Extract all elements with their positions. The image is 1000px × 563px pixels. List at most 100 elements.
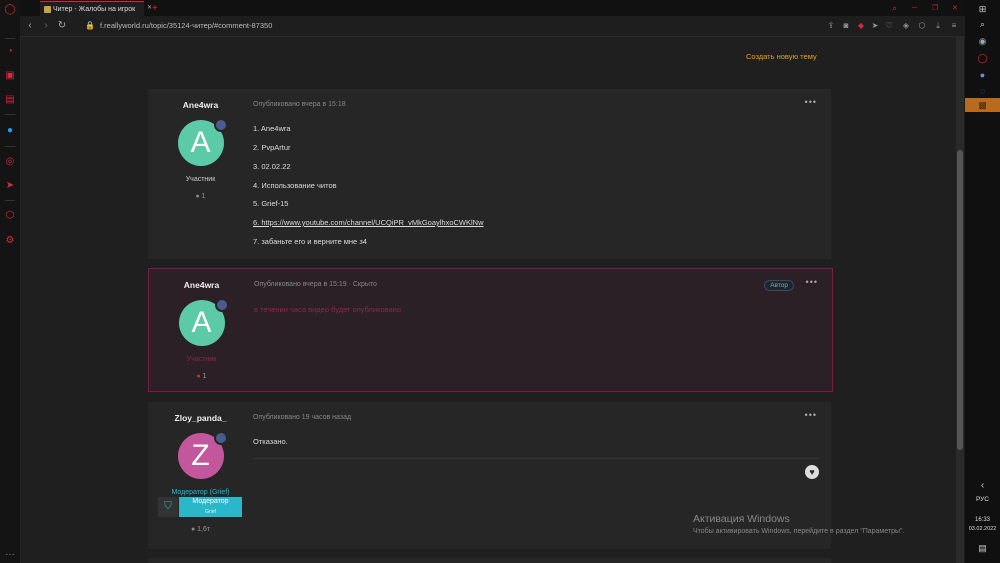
opera-logo-icon[interactable]: ◯ bbox=[4, 4, 16, 16]
search-icon[interactable]: ⌕ bbox=[977, 19, 988, 30]
post-line: 1. Ane4wra bbox=[253, 124, 291, 133]
moderator-badge: ⛉ Модератор Grief bbox=[158, 497, 242, 517]
post-line: 5. Grief-15 bbox=[253, 199, 289, 208]
tab-title: Читер - Жалобы на игрок bbox=[52, 6, 136, 13]
post-count-value: 1 bbox=[202, 373, 207, 380]
user-group: Участник bbox=[185, 176, 216, 183]
youtube-link[interactable]: 6. https://www.youtube.com/channel/UCQiP… bbox=[253, 218, 484, 227]
create-topic-link[interactable]: Создать новую тему bbox=[746, 52, 817, 61]
minimize-button[interactable]: ─ bbox=[908, 1, 917, 16]
opera-icon[interactable]: ◯ bbox=[977, 53, 988, 64]
lock-icon: 🔒 bbox=[85, 21, 95, 30]
activation-subtitle: Чтобы активировать Windows, перейдите в … bbox=[693, 528, 905, 535]
user-group: Модератор (Grief) bbox=[171, 489, 230, 496]
tab-bar: Читер - Жалобы на игрок ✕ + ⌕ ─ ❐ ✕ bbox=[20, 0, 965, 17]
moderator-badge-label: Модератор Grief bbox=[179, 497, 242, 517]
search-tabs-icon[interactable]: ⌕ bbox=[888, 1, 897, 16]
moderator-badge-sub: Grief bbox=[205, 509, 216, 515]
post-meta[interactable]: Опубликовано вчера в 15:19 · Скрыто bbox=[254, 281, 377, 288]
comment-icon: ● bbox=[190, 526, 196, 533]
twitch-icon[interactable]: ▤ bbox=[4, 94, 16, 106]
back-icon[interactable]: ‹ bbox=[24, 20, 36, 32]
sidebar-divider bbox=[5, 146, 15, 147]
shield-icon: ⛉ bbox=[158, 497, 178, 517]
notifications-icon[interactable]: ▤ bbox=[977, 543, 988, 554]
post-count-value: 1,6т bbox=[197, 526, 211, 533]
moderator-badge-title: Модератор bbox=[192, 498, 229, 505]
avatar-letter: A bbox=[190, 126, 211, 159]
sidebar-divider bbox=[5, 38, 15, 39]
post-count: ● 1,6т bbox=[148, 526, 253, 533]
bag-icon[interactable]: ▣ bbox=[4, 70, 16, 82]
windows-taskbar: ⊞ ⌕ ◉ ◯ ● ◌ ▩ ‹ РУС 16:33 03.02.2022 ▤ bbox=[965, 0, 1000, 563]
address-bar: ‹ › ↻ 🔒 f.reallyworld.ru/topic/35124-чит… bbox=[20, 16, 965, 37]
send-page-icon[interactable]: ➤ bbox=[870, 20, 880, 32]
language-indicator[interactable]: РУС bbox=[965, 496, 1000, 503]
windows-activation-watermark: Активация Windows Чтобы активировать Win… bbox=[693, 513, 904, 535]
windows-start-icon[interactable]: ⊞ bbox=[977, 4, 988, 15]
send-icon[interactable]: ➤ bbox=[4, 180, 16, 192]
twitter-icon[interactable]: ● bbox=[4, 125, 16, 137]
avatar-letter: A bbox=[191, 306, 212, 339]
url-field[interactable]: f.reallyworld.ru/topic/35124-читер/#comm… bbox=[100, 20, 272, 32]
scrollbar-thumb[interactable] bbox=[957, 150, 963, 450]
user-group: Участник bbox=[186, 356, 217, 363]
chevron-left-icon[interactable]: ‹ bbox=[977, 480, 988, 491]
tab-active[interactable]: Читер - Жалобы на игрок bbox=[40, 1, 144, 17]
post-options-icon[interactable]: ••• bbox=[806, 277, 818, 287]
author-name[interactable]: Ane4wra bbox=[148, 100, 253, 110]
author-name[interactable]: Zloy_panda_ bbox=[148, 413, 253, 423]
discord-icon[interactable]: ● bbox=[977, 70, 988, 81]
comment-icon: ● bbox=[196, 373, 201, 380]
next-post-edge bbox=[148, 558, 831, 563]
reload-icon[interactable]: ↻ bbox=[56, 20, 68, 32]
avatar[interactable]: Z bbox=[177, 431, 228, 479]
steam-icon[interactable]: ◉ bbox=[977, 36, 988, 47]
author-name[interactable]: Ane4wra bbox=[149, 280, 254, 290]
new-tab-button[interactable]: + bbox=[148, 1, 158, 16]
post-meta[interactable]: Опубликовано 19 часов назад bbox=[253, 414, 351, 421]
post-line: 7. забаньте его и верните мне з4 bbox=[253, 237, 367, 246]
extension-icon[interactable]: ◈ bbox=[901, 20, 911, 32]
post-line: 4. Использование читов bbox=[253, 181, 337, 190]
box-icon[interactable]: ⬡ bbox=[917, 20, 927, 32]
clock-time[interactable]: 16:33 bbox=[965, 517, 1000, 523]
post-count-value: 1 bbox=[201, 193, 206, 200]
share-icon[interactable]: ⇪ bbox=[826, 20, 836, 32]
favorite-icon[interactable]: ♡ bbox=[884, 20, 894, 32]
more-icon[interactable]: … bbox=[4, 547, 16, 559]
adblock-icon[interactable]: ◆ bbox=[856, 20, 866, 32]
post-author-panel: Ane4wra A Участник ● 1 bbox=[148, 89, 253, 200]
menu-icon[interactable]: ≡ bbox=[949, 20, 959, 32]
camera-icon[interactable]: ◙ bbox=[841, 20, 851, 32]
post-options-icon[interactable]: ••• bbox=[805, 97, 817, 107]
close-button[interactable]: ✕ bbox=[948, 1, 958, 16]
post-author-panel: Zloy_panda_ Z Модератор (Grief) ⛉ Модера… bbox=[148, 402, 253, 533]
minecraft-icon: ▩ bbox=[978, 100, 987, 110]
post-text: Отказано. bbox=[253, 437, 288, 446]
post-text: в течении часа видео будет опубликовано bbox=[254, 305, 402, 314]
forum-post: Ane4wra A Участник ● 1 Опубликовано вчер… bbox=[148, 89, 831, 259]
post-line: 3. 02.02.22 bbox=[253, 162, 291, 171]
rank-badge-icon bbox=[213, 431, 228, 445]
sidebar-divider bbox=[5, 200, 15, 201]
maximize-button[interactable]: ❐ bbox=[928, 1, 938, 16]
app-icon[interactable]: ◌ bbox=[977, 86, 988, 97]
target-icon[interactable]: ◎ bbox=[4, 156, 16, 168]
settings-icon[interactable]: ⚙ bbox=[4, 235, 16, 247]
clock-date[interactable]: 03.02.2022 bbox=[965, 526, 1000, 532]
rank-badge-icon bbox=[213, 118, 228, 132]
post-author-panel: Ane4wra A Участник ● 1 bbox=[149, 269, 254, 380]
cube-icon[interactable]: ⬡ bbox=[4, 210, 16, 222]
speed-dial-icon[interactable]: ◔ bbox=[4, 46, 16, 58]
post-options-icon[interactable]: ••• bbox=[805, 410, 817, 420]
avatar[interactable]: A bbox=[177, 118, 228, 166]
post-divider bbox=[253, 458, 818, 459]
post-meta[interactable]: Опубликовано вчера в 15:18 bbox=[253, 101, 346, 108]
activation-title: Активация Windows bbox=[693, 513, 790, 525]
forward-icon[interactable]: › bbox=[40, 20, 52, 32]
rank-badge-icon bbox=[214, 298, 229, 312]
like-heart-icon[interactable]: ♥ bbox=[805, 465, 819, 479]
download-icon[interactable]: ⤓ bbox=[933, 20, 943, 32]
avatar[interactable]: A bbox=[178, 298, 229, 346]
